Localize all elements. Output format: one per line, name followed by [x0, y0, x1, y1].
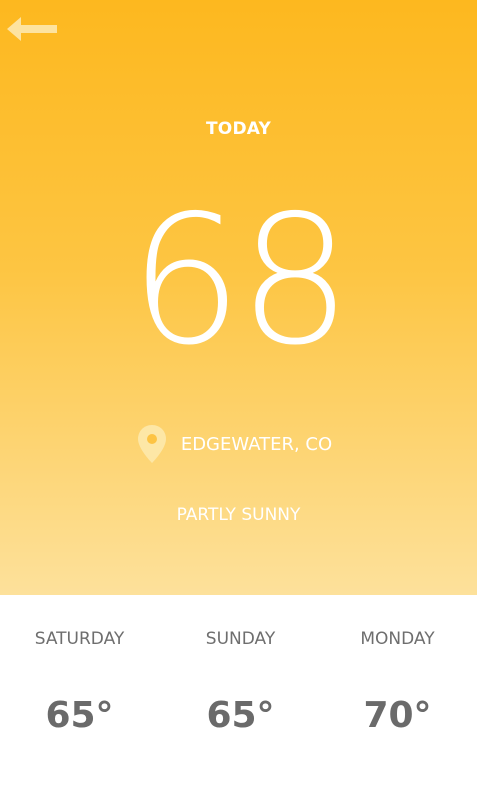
map-pin-icon [137, 424, 167, 464]
back-button[interactable] [4, 14, 60, 44]
location-label: EDGEWATER, CO [180, 433, 333, 455]
page-title: TODAY [206, 119, 271, 139]
location-row: EDGEWATER, CO [0, 424, 477, 464]
forecast-day-temp: 65° [206, 695, 275, 736]
forecast-day-temp: 65° [45, 695, 114, 736]
forecast-day-name: SATURDAY [34, 629, 125, 649]
current-temperature: 68 [129, 177, 352, 384]
forecast-panel: SATURDAY 65° SUNDAY 65° MONDAY 70° [0, 595, 477, 789]
arrow-left-icon [7, 17, 57, 41]
today-panel: TODAY 68 EDGEWATER, CO PARTLY SUNNY [0, 0, 477, 595]
weather-condition: PARTLY SUNNY [176, 505, 301, 525]
forecast-day-name: SUNDAY [205, 629, 276, 649]
forecast-day-temp: 70° [363, 695, 432, 736]
forecast-day-name: MONDAY [360, 629, 435, 649]
